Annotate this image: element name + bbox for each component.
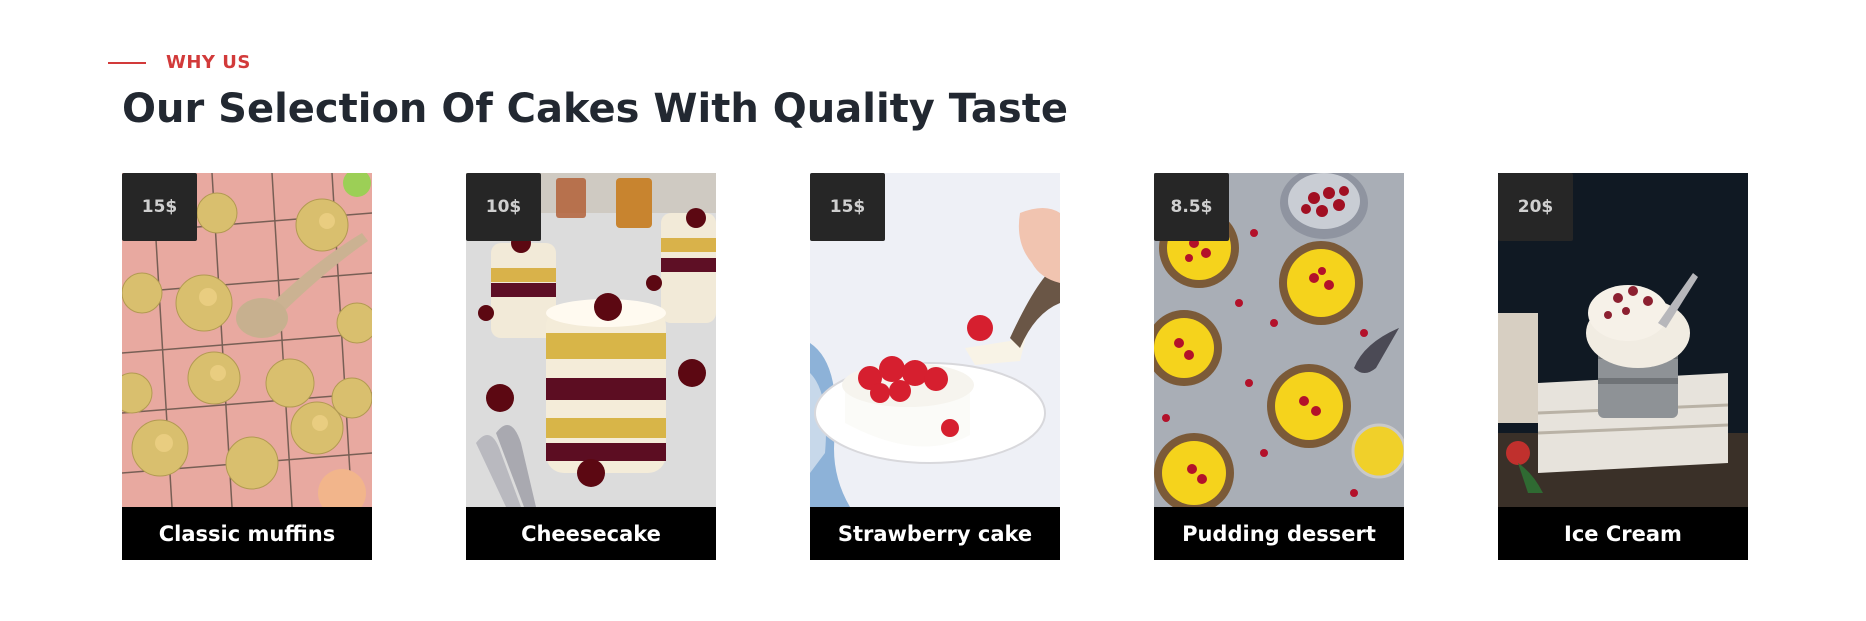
product-name[interactable]: Ice Cream (1498, 507, 1748, 560)
price-badge: 20$ (1498, 173, 1573, 241)
product-name[interactable]: Classic muffins (122, 507, 372, 560)
product-card-ice-cream[interactable]: 20$ Ice Cream (1498, 173, 1748, 560)
price-badge: 10$ (466, 173, 541, 241)
price-badge: 15$ (122, 173, 197, 241)
product-name[interactable]: Cheesecake (466, 507, 716, 560)
product-card-classic-muffins[interactable]: 15$ Classic muffins (122, 173, 372, 560)
section-title: Our Selection Of Cakes With Quality Tast… (122, 86, 1068, 132)
product-card-list: 15$ Classic muffins 10$ Cheesecake 15$ S… (122, 173, 1748, 560)
eyebrow-text: WHY US (166, 52, 251, 73)
product-name[interactable]: Pudding dessert (1154, 507, 1404, 560)
product-card-pudding-dessert[interactable]: 8.5$ Pudding dessert (1154, 173, 1404, 560)
eyebrow-line (108, 61, 146, 64)
price-badge: 15$ (810, 173, 885, 241)
product-name[interactable]: Strawberry cake (810, 507, 1060, 560)
product-card-strawberry-cake[interactable]: 15$ Strawberry cake (810, 173, 1060, 560)
product-card-cheesecake[interactable]: 10$ Cheesecake (466, 173, 716, 560)
section-eyebrow: WHY US (108, 52, 251, 73)
price-badge: 8.5$ (1154, 173, 1229, 241)
